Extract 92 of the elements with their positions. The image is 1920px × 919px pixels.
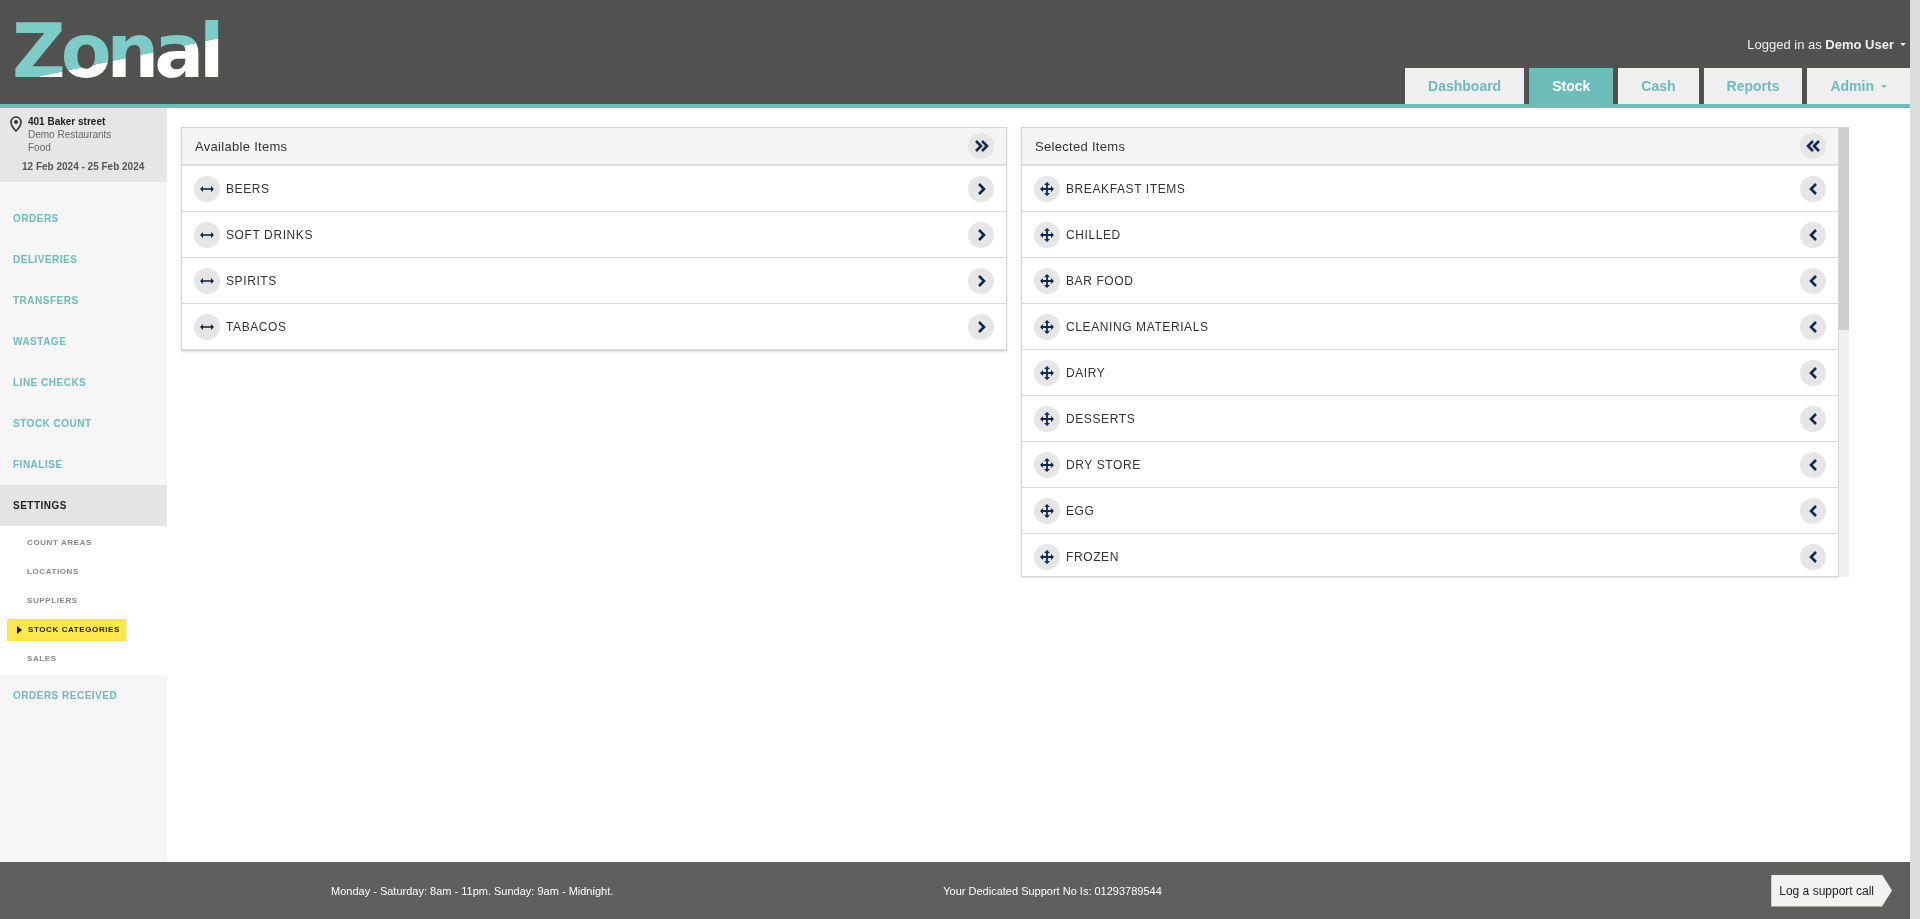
move-right-button[interactable] <box>968 267 994 294</box>
move-left-button[interactable] <box>1800 543 1826 570</box>
item-label: TABACOS <box>226 319 288 334</box>
pointer-icon <box>17 625 22 634</box>
item-label: BEERS <box>226 181 271 196</box>
list-row[interactable]: CHILLED <box>1022 212 1838 258</box>
item-label: FROZEN <box>1066 549 1120 564</box>
drag-handle[interactable] <box>1034 175 1060 202</box>
panel-title: Available Items <box>195 138 288 154</box>
drag-handle[interactable] <box>1034 405 1060 432</box>
drag-handle[interactable] <box>1034 497 1060 524</box>
drag-handle[interactable] <box>1034 267 1060 294</box>
horizontal-arrows-icon <box>200 184 214 193</box>
opening-hours: Monday - Saturday: 8am - 11pm. Sunday: 9am - Midnight. <box>331 884 614 897</box>
list-row[interactable]: BREAKFAST ITEMS <box>1022 166 1838 212</box>
item-label: DESSERTS <box>1066 411 1137 426</box>
drag-handle[interactable] <box>1034 313 1060 340</box>
drag-handle[interactable] <box>1034 543 1060 570</box>
move-left-button[interactable] <box>1800 175 1826 202</box>
list-row[interactable]: TABACOS <box>182 304 1006 350</box>
list-row[interactable]: SPIRITS <box>182 258 1006 304</box>
support-call-button[interactable]: Log a support call <box>1771 874 1892 907</box>
item-label: SOFT DRINKS <box>226 227 315 242</box>
support-number: Your Dedicated Support No Is: 01293789544 <box>943 884 1162 897</box>
drag-handle[interactable] <box>194 175 220 202</box>
move-arrows-icon <box>1040 319 1054 334</box>
horizontal-arrows-icon <box>200 230 214 239</box>
item-label: CLEANING MATERIALS <box>1066 319 1210 334</box>
site-name: 401 Baker street <box>28 116 107 127</box>
page-scrollbar[interactable] <box>1910 0 1920 919</box>
move-arrows-icon <box>1040 549 1054 564</box>
move-arrows-icon <box>1040 457 1054 472</box>
sidebar-subitem[interactable]: SALES <box>17 647 63 670</box>
sidebar-subitem[interactable]: LOCATIONS <box>17 560 85 583</box>
caret-icon <box>1881 84 1887 88</box>
move-arrows-icon <box>1040 227 1054 242</box>
sidebar-item[interactable]: SETTINGS <box>0 485 167 526</box>
move-left-button[interactable] <box>1800 313 1826 340</box>
list-row[interactable]: EGG <box>1022 488 1838 534</box>
list-row[interactable]: DRY STORE <box>1022 442 1838 488</box>
category-name: Food <box>28 142 52 153</box>
item-label: EGG <box>1066 503 1096 518</box>
drag-handle[interactable] <box>1034 359 1060 386</box>
list-scrollbar[interactable] <box>1839 127 1849 577</box>
move-arrows-icon <box>1040 181 1054 196</box>
drag-handle[interactable] <box>194 267 220 294</box>
list-row[interactable]: SOFT DRINKS <box>182 212 1006 258</box>
item-label: BAR FOOD <box>1066 273 1135 288</box>
move-arrows-icon <box>1040 411 1054 426</box>
list-row[interactable]: DESSERTS <box>1022 396 1838 442</box>
panel-title: Selected Items <box>1035 138 1126 154</box>
move-left-button[interactable] <box>1800 267 1826 294</box>
double-chevron-left-icon <box>1805 139 1821 153</box>
date-range: 12 Feb 2024 - 25 Feb 2024 <box>22 161 146 172</box>
move-left-button[interactable] <box>1800 221 1826 248</box>
location-pin-icon <box>10 116 22 132</box>
item-label: DRY STORE <box>1066 457 1142 472</box>
list-row[interactable]: BAR FOOD <box>1022 258 1838 304</box>
drag-handle[interactable] <box>1034 451 1060 478</box>
company-name: Demo Restaurants <box>28 129 112 140</box>
move-arrows-icon <box>1040 503 1054 518</box>
item-label: SPIRITS <box>226 273 278 288</box>
move-right-button[interactable] <box>968 175 994 202</box>
double-chevron-right-icon <box>973 139 989 153</box>
item-label: CHILLED <box>1066 227 1122 242</box>
move-left-button[interactable] <box>1800 359 1826 386</box>
move-right-button[interactable] <box>968 313 994 340</box>
move-arrows-icon <box>1040 273 1054 288</box>
drag-handle[interactable] <box>194 221 220 248</box>
move-arrows-icon <box>1040 365 1054 380</box>
sidebar-subitem[interactable]: STOCK CATEGORIES <box>7 618 126 641</box>
scrollbar-thumb[interactable] <box>1839 127 1849 330</box>
horizontal-arrows-icon <box>200 322 214 331</box>
list-row[interactable]: FROZEN <box>1022 534 1838 576</box>
move-all-left-button[interactable] <box>1800 133 1826 159</box>
list-row[interactable]: CLEANING MATERIALS <box>1022 304 1838 350</box>
move-all-right-button[interactable] <box>968 133 994 159</box>
sidebar-subitem[interactable]: SUPPLIERS <box>17 589 84 612</box>
list-row[interactable]: DAIRY <box>1022 350 1838 396</box>
move-left-button[interactable] <box>1800 405 1826 432</box>
horizontal-arrows-icon <box>200 276 214 285</box>
move-right-button[interactable] <box>968 221 994 248</box>
drag-handle[interactable] <box>194 313 220 340</box>
drag-handle[interactable] <box>1034 221 1060 248</box>
item-label: DAIRY <box>1066 365 1107 380</box>
caret-icon <box>1900 43 1906 46</box>
move-left-button[interactable] <box>1800 497 1826 524</box>
item-label: BREAKFAST ITEMS <box>1066 181 1187 196</box>
move-left-button[interactable] <box>1800 451 1826 478</box>
list-row[interactable]: BEERS <box>182 166 1006 212</box>
user-menu[interactable]: Logged in as Demo User <box>1747 37 1894 52</box>
sidebar-subitem[interactable]: COUNT AREAS <box>17 531 98 554</box>
